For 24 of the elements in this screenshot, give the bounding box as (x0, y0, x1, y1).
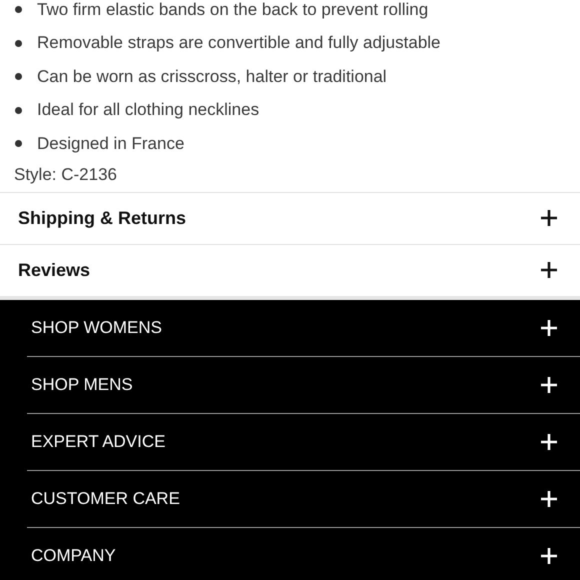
bullet-icon (15, 6, 22, 14)
feature-text: Designed in France (37, 134, 184, 154)
bullet-icon (15, 40, 22, 47)
accordion-header[interactable]: Shipping & Returns (0, 192, 580, 244)
section-title: Shipping & Returns (18, 208, 186, 228)
footer-menu-item[interactable]: EXPERT ADVICE (27, 414, 580, 470)
menu-label: SHOP MENS (31, 374, 133, 394)
footer-menu-item[interactable]: COMPANY (27, 528, 580, 580)
menu-label: COMPANY (31, 546, 116, 566)
style-code: Style: C-2136 (13, 164, 118, 186)
feature-text: Can be worn as crisscross, halter or traditional (37, 66, 387, 87)
bullet-icon (15, 106, 22, 114)
menu-label: CUSTOMER CARE (31, 488, 180, 508)
feature-text: Removable straps are convertible and fully adjustable (37, 33, 441, 54)
section-title: Reviews (18, 260, 90, 280)
footer-menu-item[interactable]: SHOP MENS (27, 356, 580, 414)
feature-text: Two firm elastic bands on the back to prevent rolling (37, 0, 428, 20)
bullet-icon (15, 140, 22, 148)
footer-menu-item[interactable]: CUSTOMER CARE (27, 470, 580, 528)
footer-menu-item[interactable]: SHOP WOMENS (27, 300, 580, 356)
menu-label: EXPERT ADVICE (31, 432, 166, 452)
feature-text: Ideal for all clothing necklines (37, 100, 260, 120)
bullet-icon (15, 73, 22, 80)
menu-label: SHOP WOMENS (31, 318, 162, 338)
